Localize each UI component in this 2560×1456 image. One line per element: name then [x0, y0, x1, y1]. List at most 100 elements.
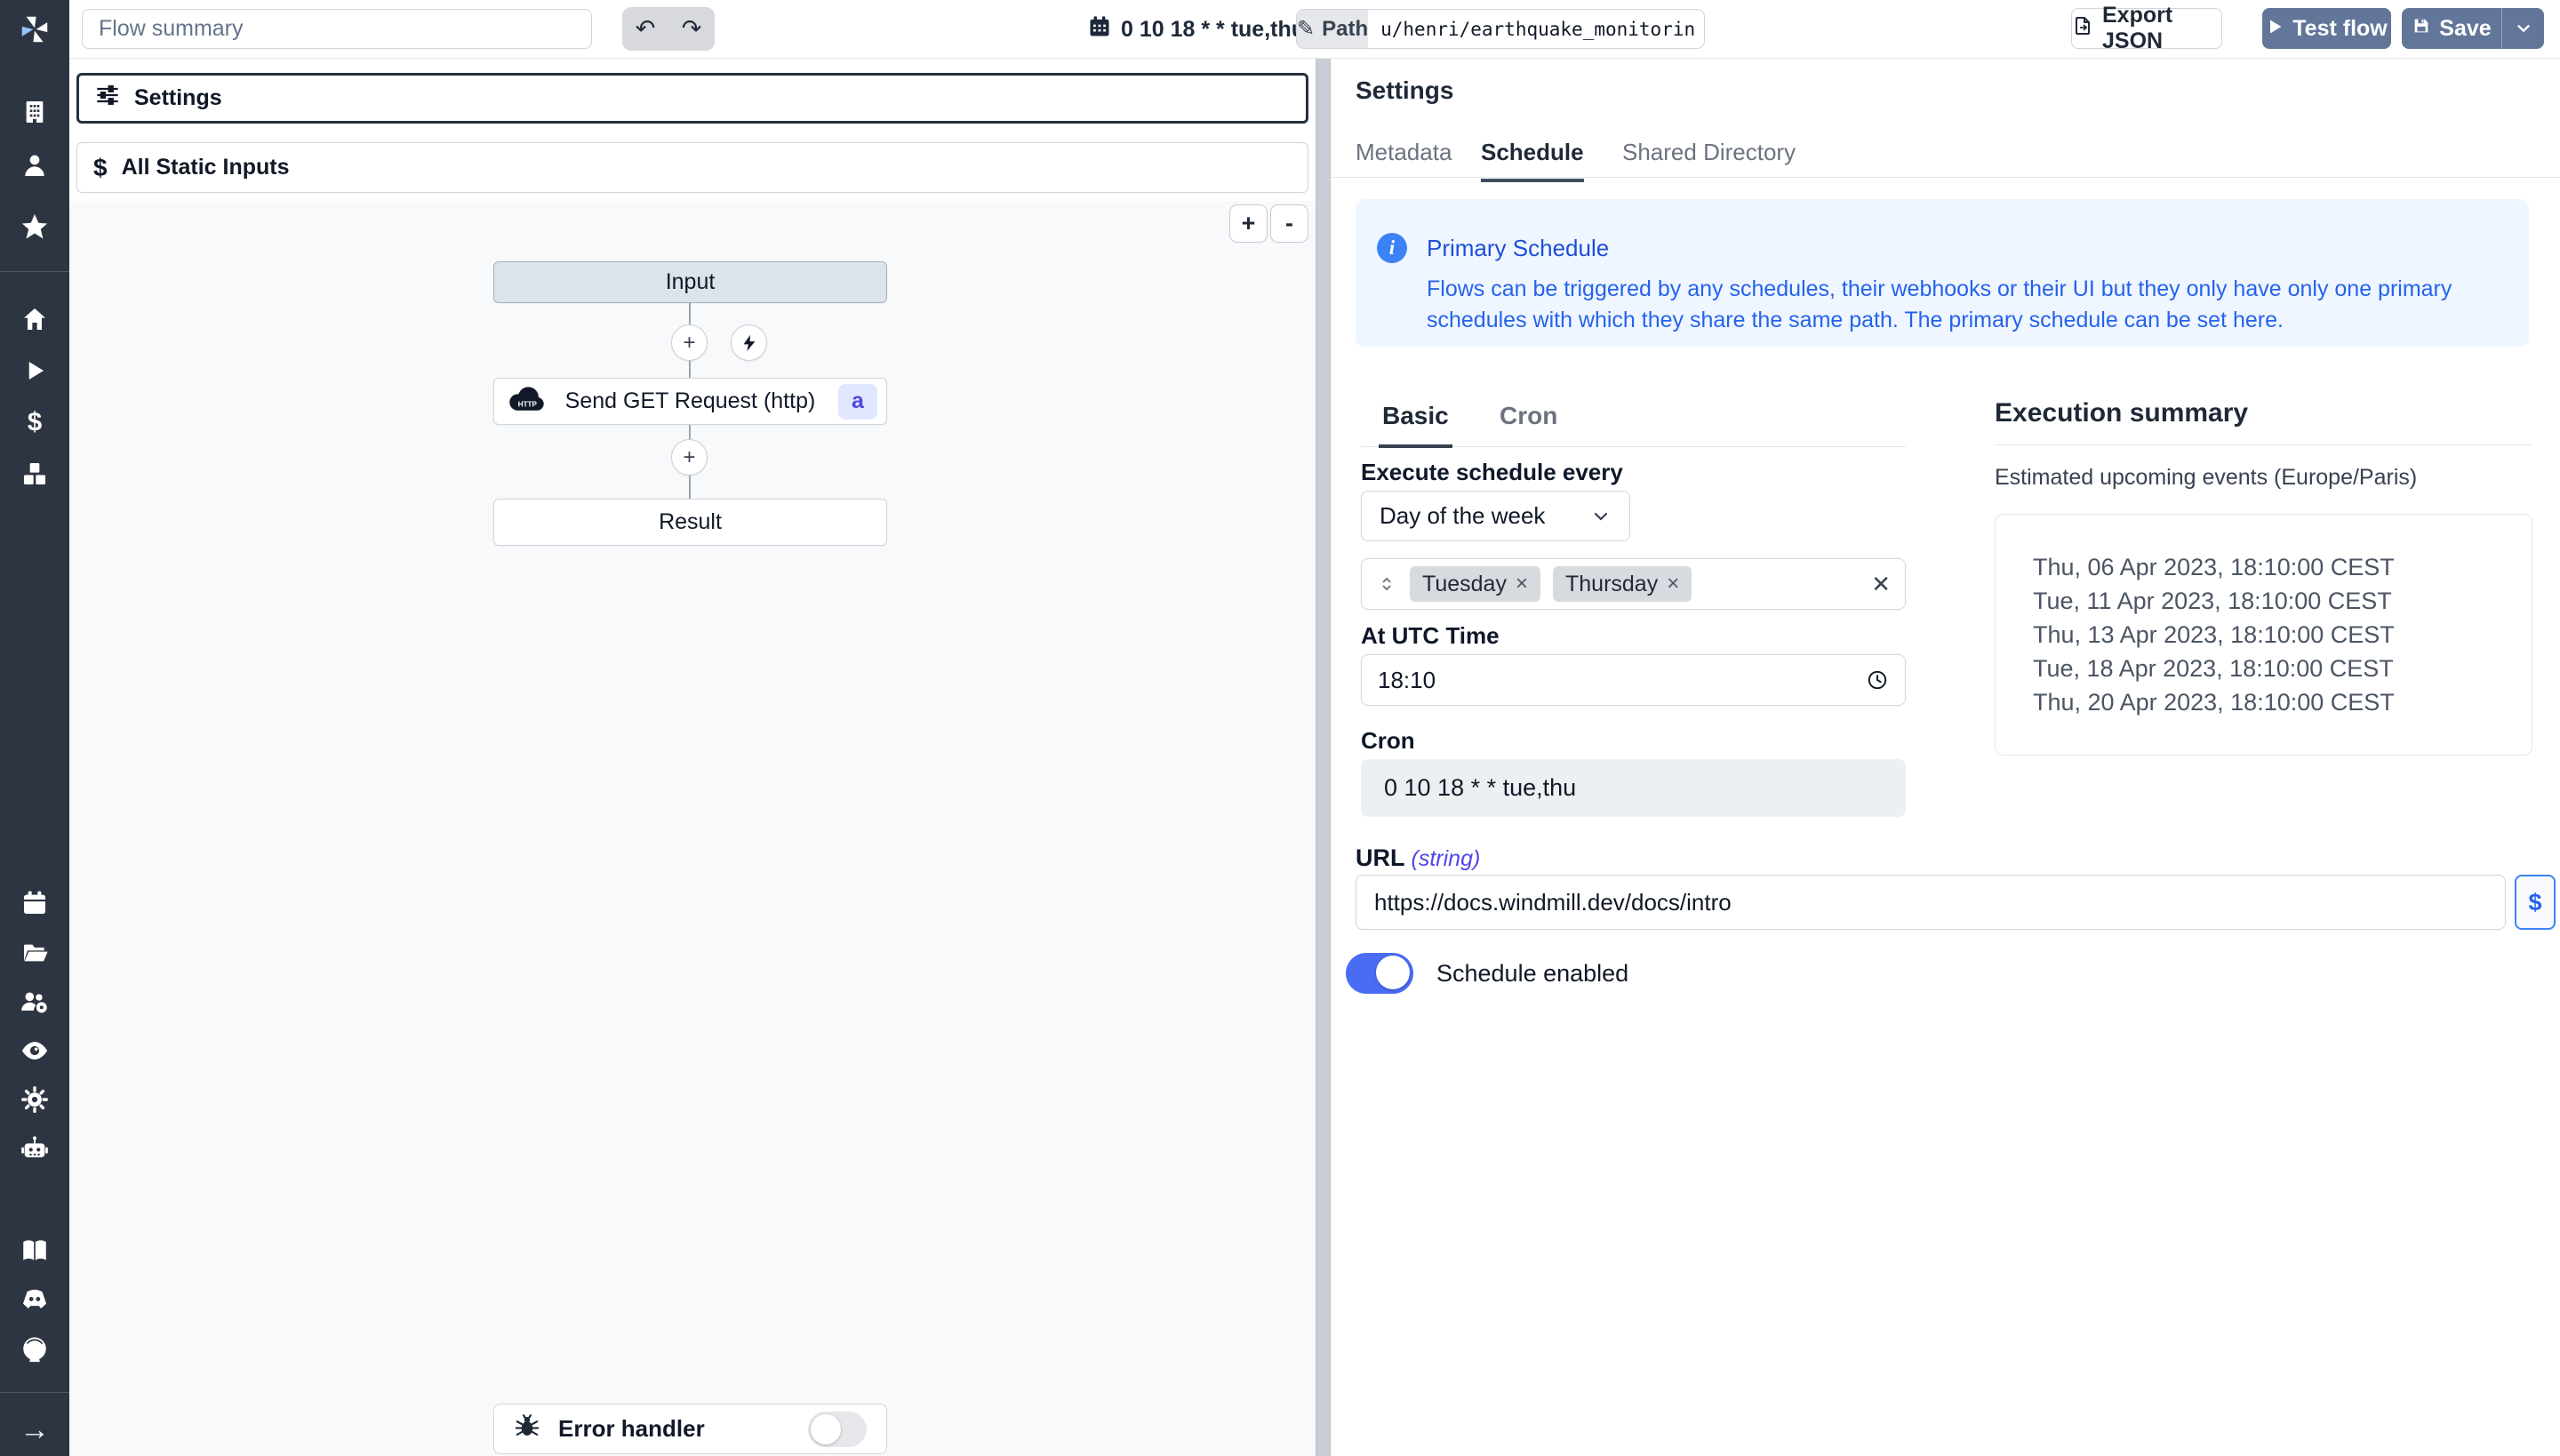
flow-graph-canvas[interactable]: + - Input + HTTP Send GET Request (http)…	[69, 201, 1316, 1456]
execution-summary-subtitle: Estimated upcoming events (Europe/Paris)	[1995, 465, 2532, 491]
remove-tag-icon[interactable]: ×	[1667, 572, 1679, 596]
schedule-frequency-select[interactable]: Day of the week	[1361, 491, 1630, 541]
cron-readonly-value: 0 10 18 * * tue,thu	[1361, 759, 1906, 817]
tab-cron[interactable]: Cron	[1496, 402, 1561, 444]
discord-icon[interactable]	[20, 1284, 50, 1314]
add-step-button-2[interactable]: +	[671, 439, 708, 476]
flow-editor-panel: Settings $ All Static Inputs + - Input +…	[69, 59, 1316, 1456]
user-icon[interactable]	[20, 151, 49, 180]
zoom-out-button[interactable]: -	[1270, 204, 1308, 243]
favorites-star-icon[interactable]	[20, 212, 50, 242]
save-dropdown-button[interactable]	[2501, 8, 2544, 49]
workspace-building-icon[interactable]	[20, 98, 49, 126]
play-icon	[2266, 16, 2284, 42]
execution-summary-title: Execution summary	[1995, 398, 2532, 445]
test-flow-button[interactable]: Test flow	[2262, 8, 2391, 49]
pencil-icon: ✎	[1297, 16, 1315, 42]
error-handler-label: Error handler	[558, 1415, 705, 1443]
flow-summary-input[interactable]	[82, 9, 592, 49]
topbar: ↶ ↷ 0 10 18 * * tue,thu ✎ Path u/henri/e…	[69, 0, 2560, 59]
home-icon[interactable]	[20, 305, 49, 333]
settings-title: Settings	[1356, 76, 1453, 105]
schedules-calendar-icon[interactable]	[20, 889, 49, 917]
zoom-in-button[interactable]: +	[1229, 204, 1268, 243]
redo-button[interactable]: ↷	[668, 7, 715, 51]
url-field-label: URL (string)	[1356, 844, 1480, 872]
add-step-button[interactable]: +	[671, 324, 708, 361]
clear-tags-icon[interactable]: ✕	[1871, 571, 1891, 598]
utc-time-input[interactable]: 18:10	[1361, 654, 1906, 706]
all-static-inputs-button[interactable]: $ All Static Inputs	[76, 142, 1308, 193]
svg-text:HTTP: HTTP	[518, 400, 538, 408]
execution-summary: Execution summary Estimated upcoming eve…	[1995, 398, 2532, 756]
github-icon[interactable]	[20, 1334, 50, 1364]
save-button[interactable]: Save	[2402, 8, 2501, 49]
save-split-button: Save	[2402, 8, 2544, 49]
bug-icon	[514, 1412, 540, 1445]
flow-settings-button[interactable]: Settings	[76, 73, 1308, 124]
settings-tabs: Metadata Schedule Shared Directory	[1331, 132, 2560, 178]
upcoming-events-box: Thu, 06 Apr 2023, 18:10:00 CEST Tue, 11 …	[1995, 514, 2532, 756]
folders-icon[interactable]	[20, 939, 49, 967]
event-row: Thu, 20 Apr 2023, 18:10:00 CEST	[2033, 685, 2532, 719]
tab-basic[interactable]: Basic	[1379, 402, 1452, 448]
variables-dollar-icon[interactable]: $	[20, 408, 49, 436]
weekday-multiselect[interactable]: Tuesday × Thursday × ✕	[1361, 558, 1906, 610]
url-variable-pill-button[interactable]: $	[2515, 875, 2556, 930]
utc-time-label: At UTC Time	[1361, 622, 1500, 650]
groups-icon[interactable]	[20, 987, 50, 1017]
schedule-mode-tabs: Basic Cron	[1361, 400, 1906, 447]
schedule-enabled-toggle[interactable]	[1346, 953, 1413, 994]
tab-shared-directory[interactable]: Shared Directory	[1622, 139, 1796, 179]
panel-resize-handle[interactable]	[1316, 59, 1331, 1456]
export-json-button[interactable]: Export JSON	[2071, 8, 2222, 49]
step-node-http-get[interactable]: HTTP Send GET Request (http) a	[493, 378, 887, 425]
audit-eye-icon[interactable]	[20, 1036, 50, 1066]
sidebar-divider	[0, 271, 69, 272]
runs-play-icon[interactable]	[21, 357, 48, 384]
expand-sidebar-arrow-icon[interactable]: →	[20, 1413, 50, 1448]
trigger-bolt-button[interactable]	[731, 324, 767, 361]
http-cloud-icon: HTTP	[507, 385, 548, 418]
tab-metadata[interactable]: Metadata	[1356, 139, 1452, 179]
schedule-enabled-row: Schedule enabled	[1346, 953, 1628, 994]
remove-tag-icon[interactable]: ×	[1516, 572, 1528, 596]
windmill-logo-icon[interactable]	[18, 12, 52, 46]
url-input[interactable]	[1356, 875, 2506, 930]
file-export-icon	[2072, 15, 2093, 43]
alert-body: Flows can be triggered by any schedules,…	[1427, 274, 2504, 336]
selector-icon	[1376, 573, 1397, 595]
svg-text:$: $	[28, 408, 42, 436]
app-sidebar: $ →	[0, 0, 69, 1456]
error-handler-node[interactable]: Error handler	[493, 1404, 887, 1454]
docs-book-icon[interactable]	[20, 1236, 50, 1266]
path-value[interactable]: u/henri/earthquake_monitorin	[1368, 10, 1705, 48]
input-node[interactable]: Input	[493, 261, 887, 303]
chevron-down-icon	[1590, 506, 1612, 527]
dollar-icon: $	[93, 154, 108, 182]
event-row: Tue, 11 Apr 2023, 18:10:00 CEST	[2033, 584, 2532, 618]
clock-icon	[1866, 668, 1889, 692]
tab-schedule[interactable]: Schedule	[1481, 139, 1584, 182]
path-field[interactable]: ✎ Path u/henri/earthquake_monitorin	[1296, 9, 1705, 49]
error-handler-toggle[interactable]	[808, 1412, 867, 1447]
sidebar-divider	[0, 1392, 69, 1393]
workers-robot-icon[interactable]	[20, 1133, 50, 1164]
resources-cubes-icon[interactable]	[20, 460, 49, 488]
save-disk-icon	[2412, 16, 2431, 42]
step-node-label: Send GET Request (http)	[565, 388, 816, 414]
settings-panel: Settings Metadata Schedule Shared Direct…	[1331, 59, 2560, 1456]
tag-tuesday: Tuesday ×	[1410, 566, 1540, 602]
undo-redo-group: ↶ ↷	[622, 7, 715, 51]
windmill-flow-editor: $ →	[0, 0, 2560, 1456]
event-row: Tue, 18 Apr 2023, 18:10:00 CEST	[2033, 652, 2532, 685]
undo-button[interactable]: ↶	[622, 7, 668, 51]
result-node[interactable]: Result	[493, 499, 887, 546]
event-row: Thu, 06 Apr 2023, 18:10:00 CEST	[2033, 550, 2532, 584]
primary-schedule-alert: i Primary Schedule Flows can be triggere…	[1356, 199, 2529, 347]
execute-every-label: Execute schedule every	[1361, 459, 1623, 486]
settings-gear-icon[interactable]	[20, 1084, 50, 1115]
calendar-icon	[1087, 14, 1112, 45]
tag-thursday: Thursday ×	[1553, 566, 1692, 602]
info-icon: i	[1377, 233, 1407, 263]
